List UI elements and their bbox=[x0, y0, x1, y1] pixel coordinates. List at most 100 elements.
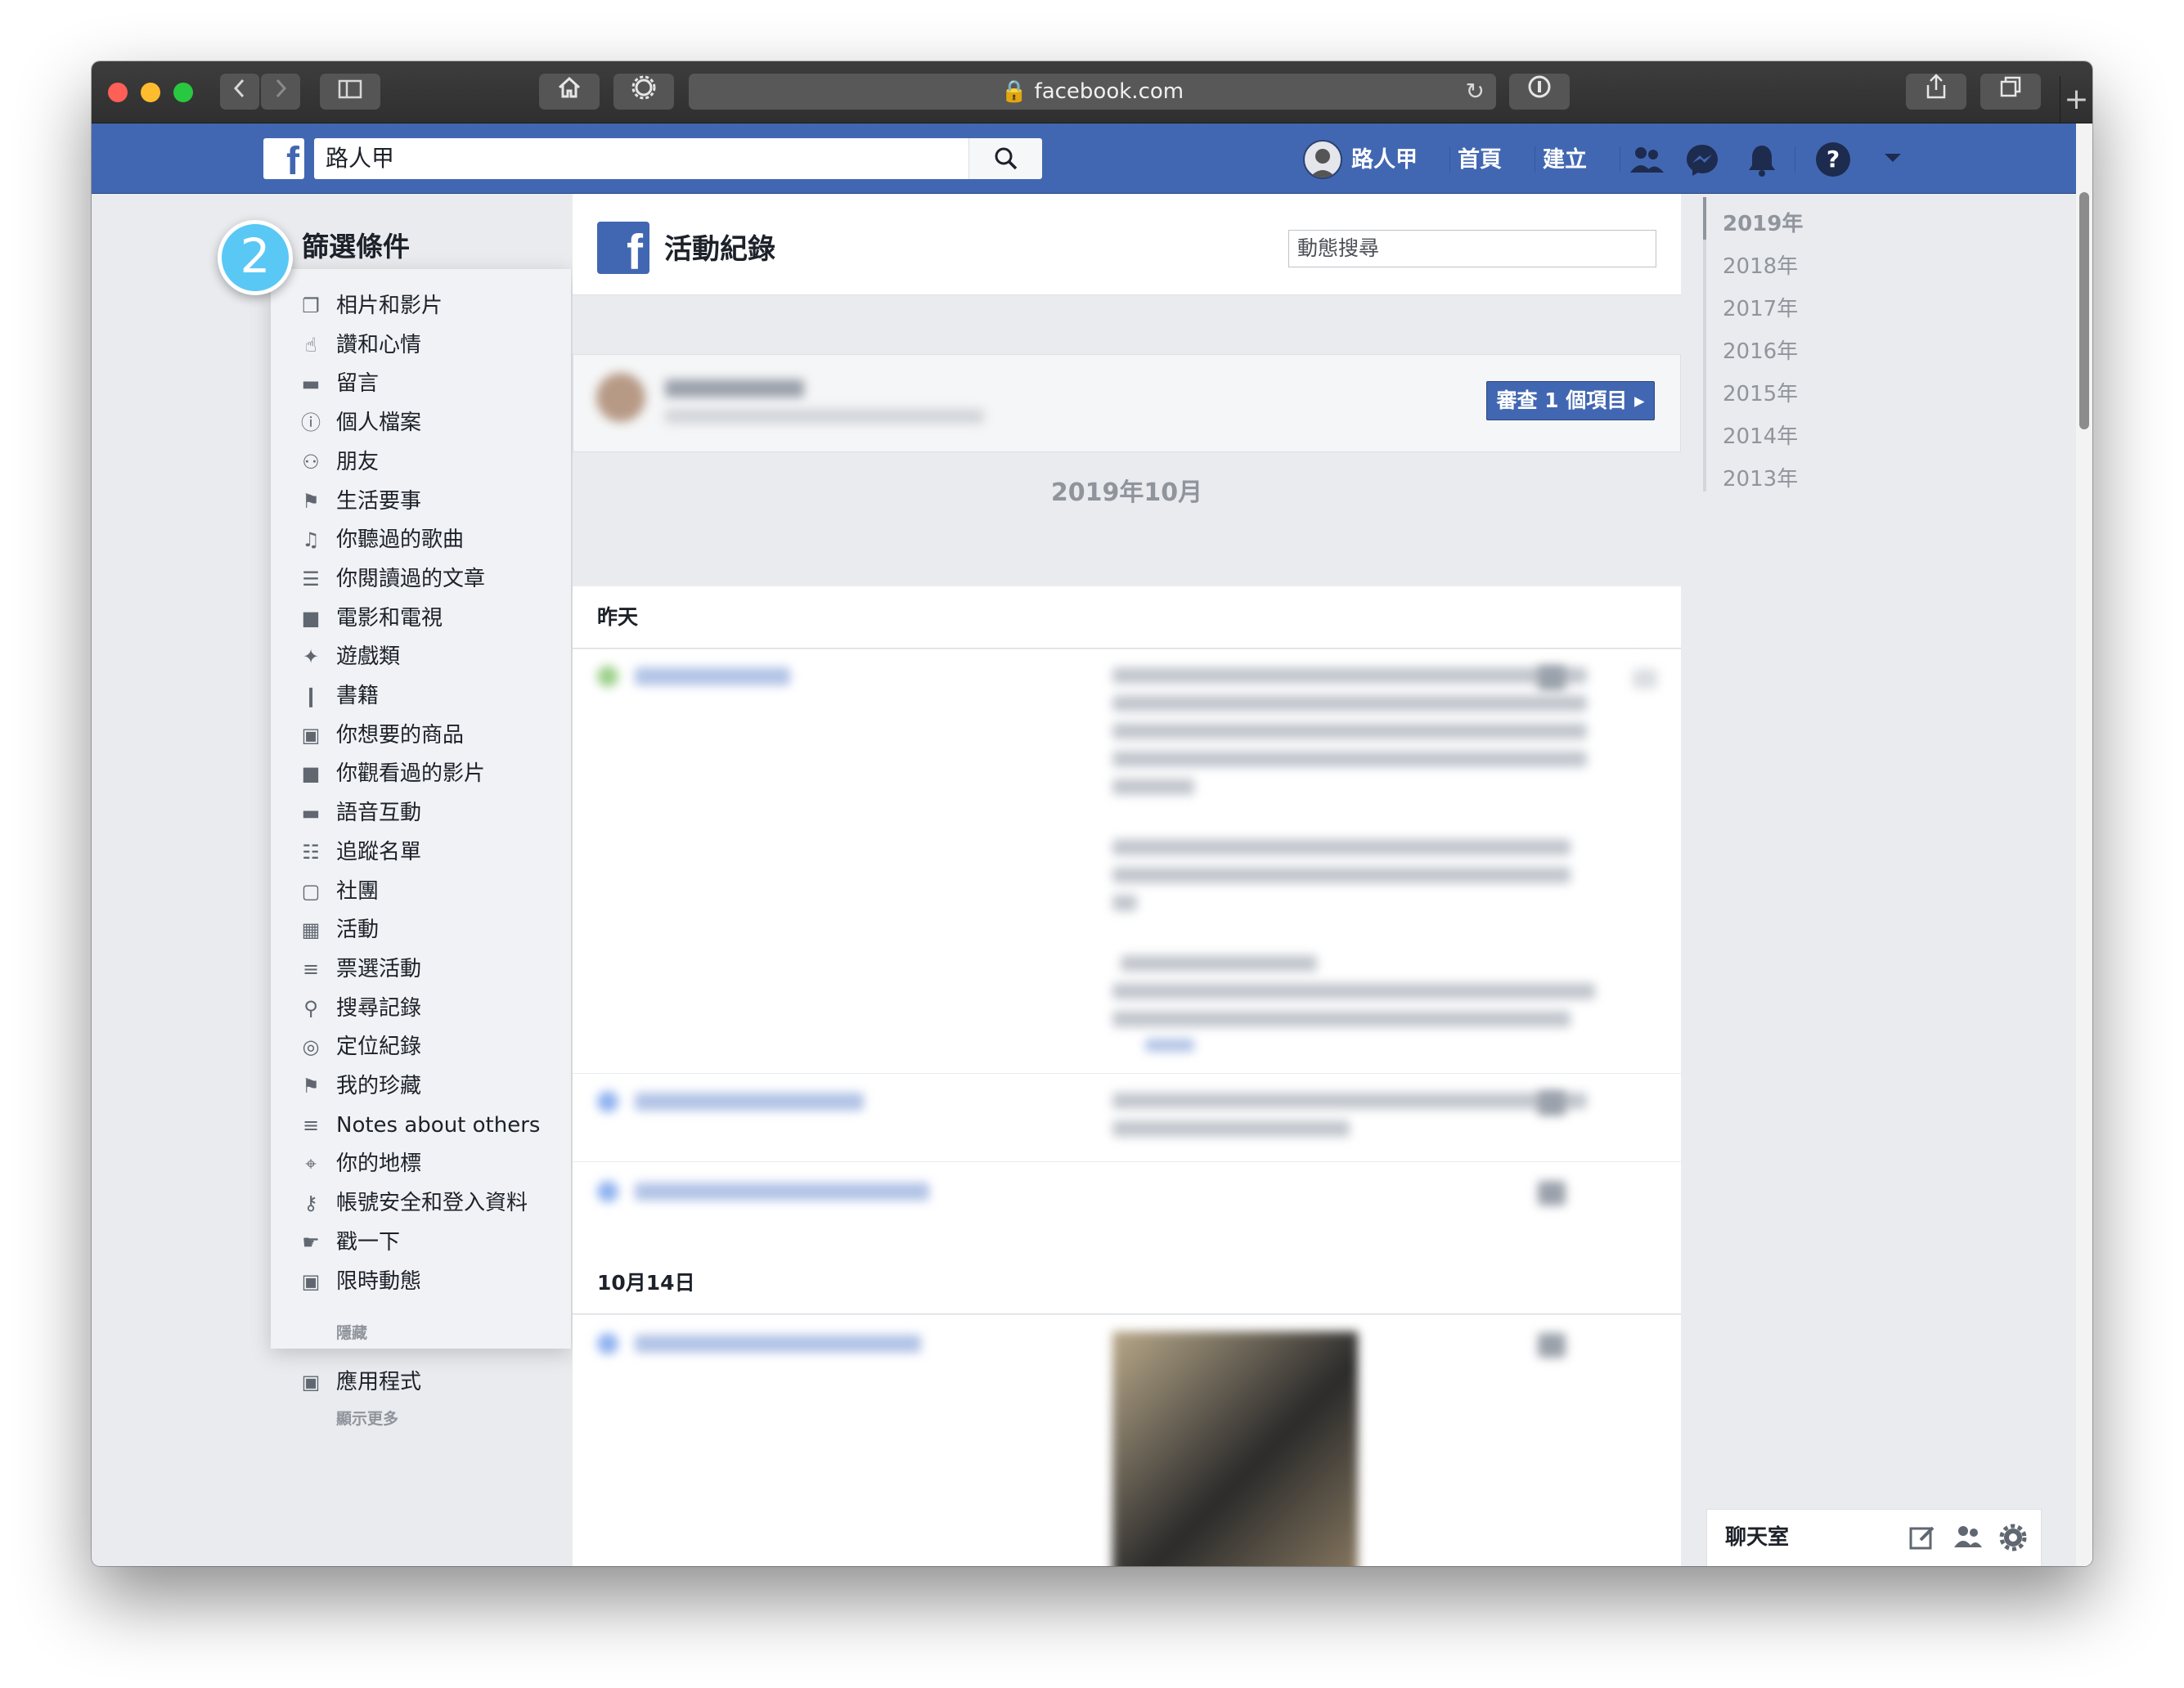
filter-item[interactable]: ■ 電影和電視 bbox=[299, 602, 443, 635]
new-tab-button[interactable]: + bbox=[2060, 76, 2092, 123]
list-item bbox=[1633, 669, 1657, 689]
step-badge: 2 bbox=[218, 220, 293, 295]
poll-icon: ≡ bbox=[302, 958, 320, 981]
filter-item[interactable]: ☝ 讚和心情 bbox=[299, 329, 421, 361]
year-link[interactable]: 2018年 bbox=[1723, 249, 1798, 280]
filter-item-label: 你想要的商品 bbox=[336, 723, 465, 747]
scrollbar-thumb[interactable] bbox=[2079, 192, 2089, 429]
filter-item[interactable]: ⌖ 你的地標 bbox=[299, 1147, 421, 1180]
list-item bbox=[1112, 723, 1587, 739]
profile-link[interactable]: 路人甲 bbox=[1351, 140, 1418, 181]
filter-item[interactable]: ▢ 社團 bbox=[299, 875, 379, 908]
compose-icon[interactable] bbox=[1908, 1523, 1938, 1552]
hidden-filter-link[interactable]: 隱藏 bbox=[336, 1321, 367, 1343]
caret-right-icon: ▸ bbox=[1634, 388, 1645, 412]
extension-button[interactable] bbox=[613, 74, 674, 110]
facebook-search-input[interactable]: 路人甲 bbox=[314, 138, 993, 179]
year-link[interactable]: 2017年 bbox=[1723, 292, 1798, 322]
filter-item[interactable]: ▬ 留言 bbox=[299, 367, 379, 400]
list-item bbox=[1636, 649, 1637, 650]
year-link[interactable]: 2016年 bbox=[1723, 334, 1798, 365]
review-button-label: 審查 1 個項目 bbox=[1496, 388, 1628, 412]
forward-button[interactable] bbox=[261, 74, 300, 110]
filter-item[interactable]: ⚲ 搜尋記錄 bbox=[299, 992, 421, 1025]
back-button[interactable] bbox=[220, 74, 259, 110]
filter-item[interactable]: ▦ 活動 bbox=[299, 914, 379, 946]
list-item bbox=[1121, 955, 1317, 972]
filter-item[interactable]: ⚑ 我的珍藏 bbox=[299, 1070, 421, 1102]
create-link[interactable]: 建立 bbox=[1543, 140, 1587, 181]
filter-item[interactable]: ✦ 遊戲類 bbox=[299, 640, 400, 673]
reload-icon[interactable]: ↻ bbox=[1466, 74, 1485, 110]
filter-item[interactable]: ◎ 定位紀錄 bbox=[299, 1030, 422, 1063]
messenger-button[interactable] bbox=[1685, 143, 1719, 181]
year-link[interactable]: 2015年 bbox=[1723, 377, 1798, 407]
filter-item[interactable]: ♫ 你聽過的歌曲 bbox=[299, 523, 464, 556]
day-heading: 昨天 bbox=[573, 586, 1681, 649]
voice-icon: ▬ bbox=[301, 801, 321, 824]
help-icon[interactable]: ? bbox=[1816, 142, 1850, 177]
address-bar[interactable]: 🔒 facebook.com ↻ bbox=[689, 74, 1496, 110]
list-item bbox=[1112, 1120, 1350, 1137]
filter-item[interactable]: ≡ 票選活動 bbox=[299, 953, 421, 985]
filter-item[interactable]: ▣ 限時動態 bbox=[299, 1265, 421, 1298]
facebook-logo[interactable]: f bbox=[263, 138, 304, 179]
year-link[interactable]: 2014年 bbox=[1723, 420, 1798, 450]
close-window-button[interactable] bbox=[108, 83, 128, 102]
list-item bbox=[1538, 1181, 1566, 1205]
password-button[interactable] bbox=[1509, 74, 1570, 110]
facebook-search-button[interactable] bbox=[968, 138, 1042, 179]
filter-item[interactable]: ☛ 戳一下 bbox=[299, 1226, 400, 1259]
search-icon bbox=[995, 147, 1018, 170]
tabs-button[interactable] bbox=[1980, 74, 2041, 110]
filter-item[interactable]: ⚑ 生活要事 bbox=[299, 485, 421, 518]
account-menu-button[interactable] bbox=[1883, 150, 1903, 169]
notifications-button[interactable] bbox=[1746, 143, 1778, 181]
bookmark-icon: ⚑ bbox=[302, 1075, 320, 1098]
avatar[interactable] bbox=[1303, 140, 1342, 179]
filter-item[interactable]: ≡ Notes about others bbox=[299, 1109, 541, 1142]
filter-item[interactable]: ❙ 書籍 bbox=[299, 680, 379, 712]
home-button[interactable] bbox=[539, 74, 600, 110]
friend-requests-button[interactable] bbox=[1629, 145, 1665, 179]
share-button[interactable] bbox=[1906, 74, 1966, 110]
photo-thumbnail bbox=[1112, 1331, 1358, 1566]
filter-item[interactable]: ☷ 追蹤名單 bbox=[299, 836, 421, 869]
show-more-link[interactable]: 顯示更多 bbox=[336, 1407, 398, 1429]
list-item bbox=[597, 1333, 618, 1354]
chevron-right-icon bbox=[276, 79, 287, 98]
home-link[interactable]: 首頁 bbox=[1458, 140, 1502, 181]
filter-item[interactable]: ▬ 語音互動 bbox=[299, 797, 421, 829]
filter-item[interactable]: ❐ 相片和影片 bbox=[299, 290, 443, 322]
comment-icon: ▬ bbox=[301, 372, 321, 395]
filter-item[interactable]: ⚇ 朋友 bbox=[299, 446, 379, 478]
pin-icon: ⌖ bbox=[305, 1152, 317, 1175]
filter-item[interactable]: ▣ 你想要的商品 bbox=[299, 719, 464, 752]
sidebar-toggle-button[interactable] bbox=[320, 74, 380, 110]
year-link[interactable]: 2013年 bbox=[1723, 462, 1798, 492]
list-item bbox=[1112, 667, 1587, 684]
list-item bbox=[635, 667, 790, 685]
list-item bbox=[635, 1335, 921, 1353]
browser-toolbar: 🔒 facebook.com ↻ + bbox=[92, 61, 2092, 123]
browser-window: 🔒 facebook.com ↻ + f 路人甲 路人甲 首頁 建立 ? 2 篩… bbox=[92, 61, 2092, 1566]
filter-item[interactable]: ☰ 你閱讀過的文章 bbox=[299, 563, 485, 595]
filter-item[interactable]: ⚷ 帳號安全和登入資料 bbox=[299, 1187, 528, 1219]
messenger-icon bbox=[1687, 145, 1718, 176]
page-scrollbar[interactable] bbox=[2076, 123, 2092, 1566]
filter-item[interactable]: ■ 你觀看過的影片 bbox=[299, 757, 485, 790]
year-link[interactable]: 2019年 bbox=[1723, 207, 1803, 237]
filter-item-label: 你的地標 bbox=[336, 1152, 422, 1176]
game-icon: ✦ bbox=[302, 645, 320, 668]
new-group-icon[interactable] bbox=[1953, 1523, 1984, 1552]
zoom-window-button[interactable] bbox=[173, 83, 193, 102]
filter-item-label: 定位紀錄 bbox=[336, 1035, 422, 1059]
review-items-button[interactable]: 審查 1 個項目 ▸ bbox=[1486, 381, 1655, 420]
gear-icon[interactable] bbox=[1998, 1523, 2028, 1552]
filter-item[interactable]: ⓘ 個人檔案 bbox=[299, 406, 421, 439]
activity-search-input[interactable]: 動態搜尋 bbox=[1288, 230, 1656, 267]
filter-item-apps[interactable]: ▣ 應用程式 bbox=[299, 1366, 421, 1398]
chat-bar[interactable]: 聊天室 bbox=[1706, 1509, 2042, 1566]
day-entries bbox=[573, 649, 1681, 1255]
minimize-window-button[interactable] bbox=[141, 83, 160, 102]
